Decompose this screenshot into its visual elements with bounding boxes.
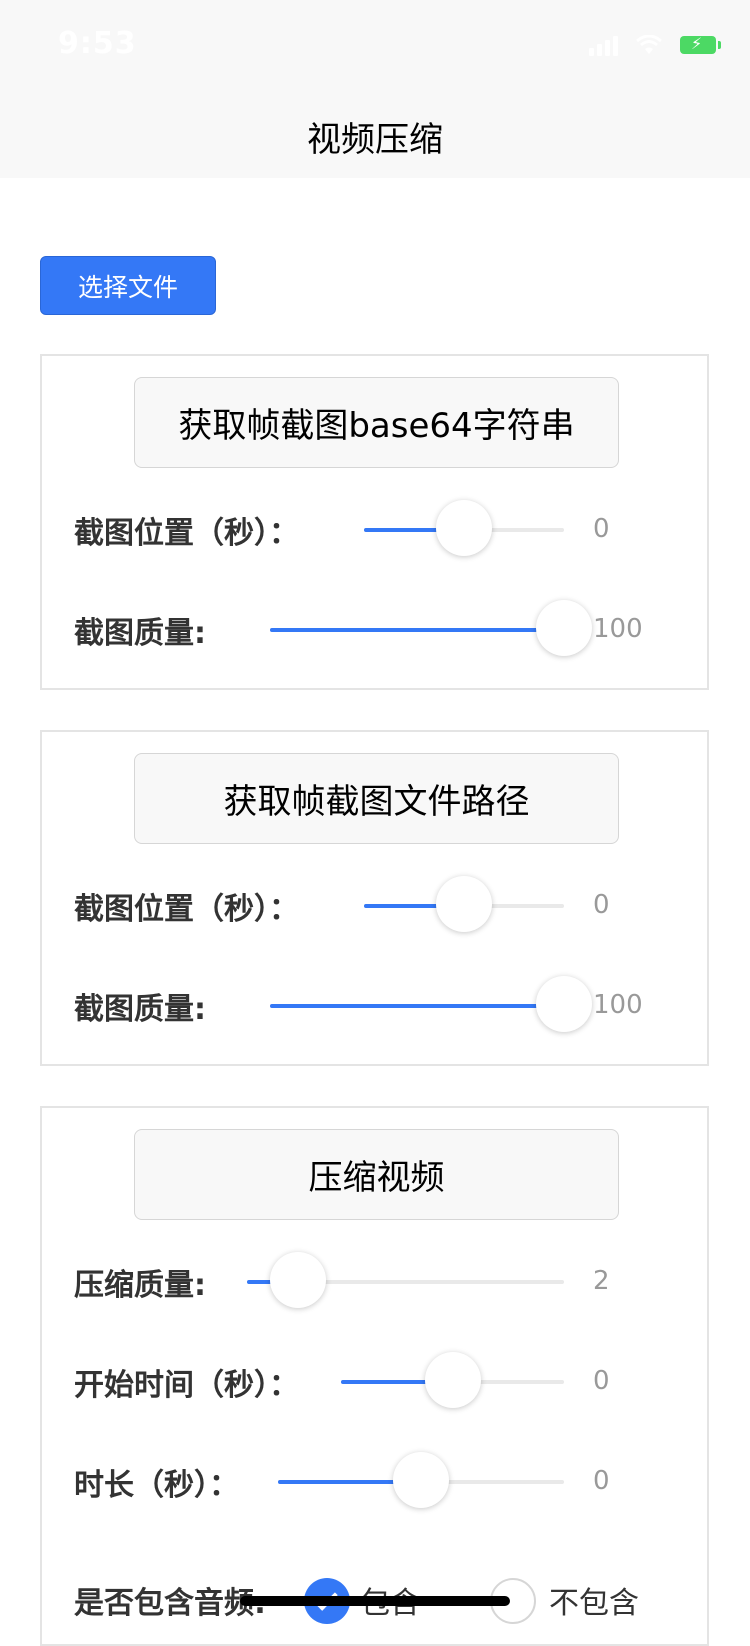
screenshot-quality-value: 100 [593, 990, 643, 1020]
panel-screenshot-file-path: 获取帧截图文件路径 截图位置（秒）： 0 截图质量: 100 [40, 730, 709, 1066]
start-time-value: 0 [593, 1366, 610, 1396]
get-frame-file-path-button[interactable]: 获取帧截图文件路径 [134, 753, 619, 844]
slider-thumb[interactable] [424, 1352, 481, 1408]
panel-screenshot-base64: 获取帧截图base64字符串 截图位置（秒）： 0 截图质量: 100 [40, 354, 709, 690]
get-frame-base64-button[interactable]: 获取帧截图base64字符串 [134, 377, 619, 468]
slider-thumb[interactable] [269, 1252, 326, 1308]
wifi-icon [636, 35, 662, 54]
select-file-button[interactable]: 选择文件 [40, 256, 216, 315]
screenshot-position-value: 0 [593, 890, 610, 920]
status-icons: ⚡ [589, 34, 721, 56]
battery-icon: ⚡ [680, 34, 721, 54]
screenshot-quality-slider[interactable] [270, 600, 592, 656]
include-audio-label: 是否包含音频: [74, 1586, 266, 1621]
start-time-label: 开始时间（秒）： [74, 1368, 299, 1403]
slider-thumb[interactable] [536, 600, 592, 656]
start-time-slider[interactable] [341, 1352, 564, 1408]
slider-thumb[interactable] [536, 976, 592, 1032]
duration-slider[interactable] [278, 1452, 564, 1508]
slider-thumb[interactable] [393, 1452, 449, 1508]
screenshot-quality-slider[interactable] [270, 976, 592, 1032]
screenshot-position-label: 截图位置（秒）： [74, 892, 299, 927]
page-title: 视频压缩 [307, 120, 443, 160]
screenshot-position-slider[interactable] [364, 876, 564, 932]
status-time: 9:53 [58, 26, 137, 61]
duration-label: 时长（秒）： [74, 1468, 239, 1503]
compress-quality-slider[interactable] [247, 1252, 564, 1308]
home-indicator[interactable] [240, 1596, 510, 1606]
screenshot-position-label: 截图位置（秒）： [74, 516, 299, 551]
slider-fill [270, 628, 564, 632]
screenshot-quality-label: 截图质量: [74, 992, 206, 1027]
slider-thumb[interactable] [436, 500, 492, 556]
status-bar: 9:53 ⚡ [0, 0, 750, 90]
slider-thumb[interactable] [436, 876, 492, 932]
signal-icon [589, 34, 618, 56]
navigation-bar: 视频压缩 [0, 90, 750, 178]
compress-quality-value: 2 [593, 1266, 610, 1296]
screenshot-quality-label: 截图质量: [74, 616, 206, 651]
panel-compress-video: 压缩视频 压缩质量: 2 开始时间（秒）： 0 时长（秒）： 0 是否包含音频:… [40, 1106, 709, 1646]
audio-exclude-label[interactable]: 不包含 [549, 1578, 639, 1622]
compress-quality-label: 压缩质量: [74, 1268, 206, 1303]
slider-fill [270, 1004, 564, 1008]
screenshot-position-slider[interactable] [364, 500, 564, 556]
screenshot-position-value: 0 [593, 514, 610, 544]
compress-video-button[interactable]: 压缩视频 [134, 1129, 619, 1220]
screenshot-quality-value: 100 [593, 614, 643, 644]
duration-value: 0 [593, 1466, 610, 1496]
